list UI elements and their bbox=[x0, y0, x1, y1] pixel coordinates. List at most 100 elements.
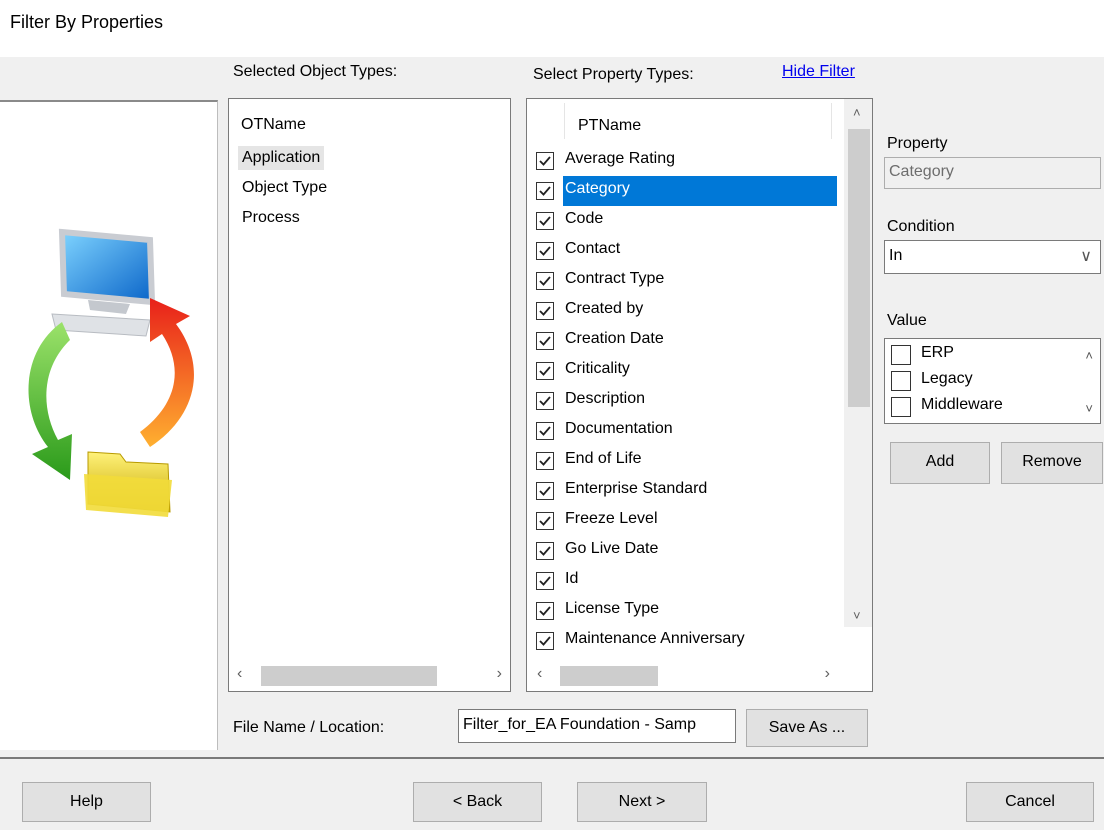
property-row[interactable]: Code bbox=[527, 206, 837, 236]
property-checkbox[interactable] bbox=[536, 302, 554, 320]
property-label: Code bbox=[565, 210, 604, 227]
property-row[interactable]: Creation Date bbox=[527, 326, 837, 356]
property-checkbox[interactable] bbox=[536, 152, 554, 170]
object-types-heading: Selected Object Types: bbox=[233, 63, 398, 80]
property-label: Documentation bbox=[565, 420, 673, 437]
property-checkbox[interactable] bbox=[536, 212, 554, 230]
chevron-down-icon[interactable]: ∨ bbox=[1080, 246, 1092, 266]
value-checkbox[interactable] bbox=[891, 345, 911, 365]
object-types-list[interactable]: OTName Application Object Type Process ‹… bbox=[228, 98, 511, 692]
save-as-button[interactable]: Save As ... bbox=[746, 709, 868, 747]
condition-label: Condition bbox=[887, 218, 955, 235]
property-row[interactable]: Id bbox=[527, 566, 837, 596]
scroll-thumb[interactable] bbox=[848, 129, 870, 407]
property-types-vscrollbar[interactable]: ˄ ˅ bbox=[844, 99, 872, 627]
column-header-ptname: PTName bbox=[578, 117, 642, 134]
back-button[interactable]: < Back bbox=[413, 782, 542, 822]
object-types-hscrollbar[interactable]: ‹ › bbox=[229, 661, 510, 691]
property-row[interactable]: Category bbox=[527, 176, 837, 206]
property-checkbox[interactable] bbox=[536, 362, 554, 380]
list-item-object-type[interactable]: Object Type bbox=[242, 179, 327, 197]
value-option[interactable]: Legacy bbox=[885, 367, 1075, 393]
scroll-left-icon[interactable]: ‹ bbox=[237, 665, 242, 683]
file-location-input[interactable]: Filter_for_EA Foundation - Samp bbox=[458, 709, 736, 743]
value-checklist[interactable]: ERP Legacy Middleware ˄ ˅ bbox=[884, 338, 1101, 424]
property-row[interactable]: Description bbox=[527, 386, 837, 416]
property-types-list[interactable]: PTName Average Rating Category Code Contact… bbox=[526, 98, 873, 692]
property-label: Contact bbox=[565, 240, 621, 257]
property-types-hscrollbar[interactable]: ‹ › bbox=[527, 661, 872, 691]
property-row[interactable]: Freeze Level bbox=[527, 506, 837, 536]
dialog-title: Filter By Properties bbox=[10, 12, 164, 32]
property-row[interactable]: License Type bbox=[527, 596, 837, 626]
value-label: Value bbox=[887, 312, 927, 329]
scroll-left-icon[interactable]: ‹ bbox=[537, 665, 542, 683]
property-checkbox[interactable] bbox=[536, 422, 554, 440]
property-checkbox[interactable] bbox=[536, 332, 554, 350]
scroll-down-icon[interactable]: ˅ bbox=[853, 608, 861, 623]
property-checkbox[interactable] bbox=[536, 482, 554, 500]
property-field: Category bbox=[884, 157, 1101, 189]
property-checkbox[interactable] bbox=[536, 572, 554, 590]
property-label: Average Rating bbox=[565, 150, 675, 167]
property-row[interactable]: Created by bbox=[527, 296, 837, 326]
property-row[interactable]: Enterprise Standard bbox=[527, 476, 837, 506]
cancel-button[interactable]: Cancel bbox=[966, 782, 1094, 822]
property-label: Freeze Level bbox=[565, 510, 658, 527]
column-header-otname: OTName bbox=[241, 116, 306, 133]
scroll-down-icon[interactable]: ˅ bbox=[1085, 401, 1093, 416]
value-option[interactable]: ERP bbox=[885, 341, 1075, 367]
dialog-header bbox=[0, 0, 1104, 57]
property-row[interactable]: Average Rating bbox=[527, 146, 837, 176]
wizard-illustration bbox=[0, 100, 218, 750]
help-button[interactable]: Help bbox=[22, 782, 151, 822]
property-label: Created by bbox=[565, 300, 644, 317]
computer-sync-icon bbox=[28, 228, 194, 517]
property-label: Contract Type bbox=[565, 270, 665, 287]
scroll-up-icon[interactable]: ˄ bbox=[853, 105, 861, 120]
value-checkbox[interactable] bbox=[891, 397, 911, 417]
next-button[interactable]: Next > bbox=[577, 782, 707, 822]
value-option-label: ERP bbox=[921, 344, 954, 361]
property-row[interactable]: Go Live Date bbox=[527, 536, 837, 566]
value-checkbox[interactable] bbox=[891, 371, 911, 391]
property-row[interactable]: Contact bbox=[527, 236, 837, 266]
property-label: Id bbox=[565, 570, 579, 587]
property-label: End of Life bbox=[565, 450, 642, 467]
property-checkbox[interactable] bbox=[536, 602, 554, 620]
property-checkbox[interactable] bbox=[536, 182, 554, 200]
property-label: License Type bbox=[565, 600, 659, 617]
remove-button[interactable]: Remove bbox=[1001, 442, 1103, 484]
value-option-label: Middleware bbox=[921, 396, 1003, 413]
scroll-up-icon[interactable]: ˄ bbox=[1085, 348, 1093, 363]
add-button[interactable]: Add bbox=[890, 442, 990, 484]
value-option-label: Legacy bbox=[921, 370, 973, 387]
scroll-thumb[interactable] bbox=[261, 666, 437, 686]
property-checkbox[interactable] bbox=[536, 392, 554, 410]
property-label: Category bbox=[563, 176, 837, 206]
property-row[interactable]: Documentation bbox=[527, 416, 837, 446]
property-row[interactable]: End of Life bbox=[527, 446, 837, 476]
property-label: Property bbox=[887, 135, 948, 152]
list-item-process[interactable]: Process bbox=[242, 209, 300, 227]
footer-divider bbox=[0, 757, 1104, 759]
scroll-right-icon[interactable]: › bbox=[825, 665, 830, 683]
property-checkbox[interactable] bbox=[536, 272, 554, 290]
property-row[interactable]: Criticality bbox=[527, 356, 837, 386]
condition-value: In bbox=[889, 247, 903, 264]
property-label: Enterprise Standard bbox=[565, 480, 708, 497]
property-checkbox[interactable] bbox=[536, 242, 554, 260]
scroll-thumb[interactable] bbox=[560, 666, 658, 686]
hide-filter-link[interactable]: Hide Filter bbox=[782, 63, 855, 81]
list-item-application[interactable]: Application bbox=[238, 146, 325, 170]
property-row[interactable]: Maintenance Anniversary bbox=[527, 626, 837, 656]
property-label: Go Live Date bbox=[565, 540, 659, 557]
scroll-right-icon[interactable]: › bbox=[497, 665, 502, 683]
property-checkbox[interactable] bbox=[536, 512, 554, 530]
value-option[interactable]: Middleware bbox=[885, 393, 1075, 419]
condition-select[interactable]: In ∨ bbox=[884, 240, 1101, 274]
property-checkbox[interactable] bbox=[536, 452, 554, 470]
property-checkbox[interactable] bbox=[536, 632, 554, 650]
property-row[interactable]: Contract Type bbox=[527, 266, 837, 296]
property-checkbox[interactable] bbox=[536, 542, 554, 560]
